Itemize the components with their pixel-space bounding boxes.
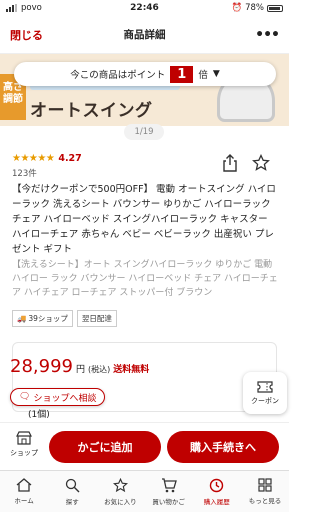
tab-home[interactable]: ホーム: [0, 471, 48, 512]
share-icon[interactable]: [222, 154, 238, 172]
shop-consult-button[interactable]: 🗨 ショップへ相談: [10, 388, 106, 406]
caret-down-icon: ▼: [212, 69, 220, 79]
price-tax-note: (税込): [88, 365, 111, 374]
chat-icon: 🗨: [19, 392, 31, 402]
rating-score: 4.27: [58, 153, 82, 164]
tag-39shop: 🚚 39ショップ: [12, 310, 73, 327]
close-button[interactable]: 閉じる: [10, 27, 43, 43]
battery-icon: [267, 4, 283, 12]
shop-icon: [16, 431, 32, 445]
point-banner-prefix: 今この商品はポイント: [70, 70, 166, 81]
search-icon: [65, 478, 80, 492]
shop-consult-label: ショップへ相談: [33, 393, 97, 404]
tab-cart-label: 買い物かご: [152, 497, 185, 506]
tab-more[interactable]: もっと見る: [241, 471, 289, 512]
image-pager: 1/19: [124, 124, 164, 140]
rating-stars-icon: ★★★★★: [12, 153, 55, 164]
shop-button[interactable]: ショップ: [6, 431, 42, 465]
point-banner-suffix: 倍: [198, 70, 208, 81]
more-dots-icon[interactable]: •••: [255, 27, 280, 43]
signal-icon: [6, 4, 17, 12]
carrier-name: povo: [21, 3, 42, 13]
tag-next-day-label: 翌日配達: [81, 314, 112, 323]
coupon-ticket-icon: [257, 380, 273, 393]
hero-headline: オートスイング: [30, 101, 153, 121]
shop-label: ショップ: [10, 449, 38, 457]
tag-39shop-label: 39ショップ: [28, 314, 68, 323]
product-title: 【今だけクーポンで500円OFF】 電動 オートスイング ハイローラック 洗える…: [12, 184, 276, 255]
price-row: 28,999 円 (税込) 送料無料: [10, 356, 149, 377]
price-amount: 28,999: [10, 356, 73, 377]
tab-cart[interactable]: 買い物かご: [145, 471, 193, 512]
rating[interactable]: ★★★★★ 4.27: [12, 153, 82, 164]
shipping-free-label: 送料無料: [113, 365, 150, 375]
top-nav: 閉じる 商品詳細 •••: [0, 16, 289, 54]
battery-percent: 78%: [245, 3, 264, 13]
bottom-tab-bar: ホーム 探す お気に入り 買い物かご 購入履歴 もっと見る: [0, 470, 289, 512]
status-bar: povo 22:46 ⏰ 78%: [0, 0, 289, 16]
tab-more-label: もっと見る: [248, 497, 282, 505]
review-count[interactable]: 123件: [12, 167, 37, 179]
star-icon: [112, 477, 128, 492]
alarm-icon: ⏰: [231, 3, 243, 13]
product-subtitle: 【洗えるシート】オート スイングハイローラック ゆりかご 電動 ハイロー ラック…: [12, 260, 278, 298]
carrier-info: povo: [6, 3, 42, 13]
cart-icon: [161, 477, 177, 492]
page-title: 商品詳細: [123, 29, 166, 41]
add-to-cart-button[interactable]: かごに追加: [49, 431, 161, 463]
status-right: ⏰ 78%: [231, 3, 283, 13]
grid-icon: [258, 478, 272, 492]
tag-next-day: 翌日配達: [76, 310, 117, 327]
checkout-button[interactable]: 購入手続きへ: [167, 431, 279, 463]
tab-search-label: 探す: [65, 497, 79, 506]
tab-history[interactable]: 購入履歴: [193, 471, 241, 512]
truck-icon: 🚚: [17, 314, 27, 323]
point-banner[interactable]: 今この商品はポイント 1 倍 ▼: [14, 62, 276, 86]
tab-favorites-label: お気に入り: [104, 497, 137, 506]
home-icon: [16, 478, 32, 492]
price-yen: 円: [75, 365, 85, 375]
tab-favorites[interactable]: お気に入り: [96, 471, 144, 512]
favorite-star-icon[interactable]: [252, 154, 270, 172]
history-icon: [210, 478, 224, 492]
tab-search[interactable]: 探す: [48, 471, 96, 512]
coupon-button[interactable]: クーポン: [243, 372, 287, 414]
tab-home-label: ホーム: [14, 497, 34, 505]
action-bar: ショップ かごに追加 購入手続きへ: [0, 422, 289, 470]
tab-history-label: 購入履歴: [203, 497, 230, 506]
shipping-tags: 🚚 39ショップ 翌日配達: [12, 310, 117, 327]
quantity-note: (1個): [28, 410, 50, 420]
point-multiplier: 1: [170, 65, 194, 83]
coupon-label: クーポン: [251, 396, 279, 405]
